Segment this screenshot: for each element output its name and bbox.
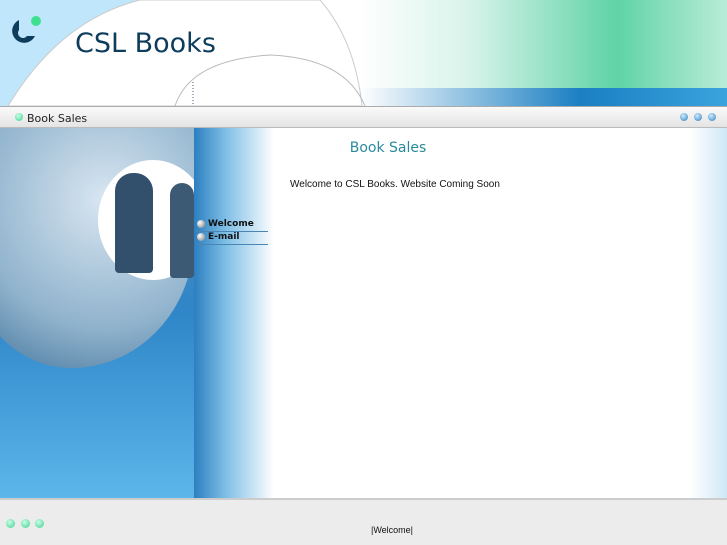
menu-item-label: E-mail	[208, 232, 240, 242]
blue-dot-icon[interactable]	[708, 113, 716, 121]
header-banner: CSL Books	[0, 0, 727, 106]
site-title: CSL Books	[75, 28, 216, 59]
green-dot-icon	[21, 519, 30, 528]
green-dot-icon	[35, 519, 44, 528]
bullet-icon	[197, 220, 205, 228]
footer: |Welcome|	[0, 498, 727, 545]
menu-item-welcome[interactable]: Welcome	[196, 219, 268, 232]
page-title: Book Sales	[349, 140, 427, 156]
green-dot-icon	[6, 519, 15, 528]
footer-link-welcome[interactable]: |Welcome|	[371, 525, 413, 535]
blue-dot-icon[interactable]	[694, 113, 702, 121]
menu-item-email[interactable]: E-mail	[196, 232, 268, 245]
bullet-icon	[197, 233, 205, 241]
menu-item-label: Welcome	[208, 219, 254, 229]
nav-title: Book Sales	[27, 112, 88, 125]
menu-panel	[194, 128, 274, 498]
business-photo	[0, 128, 194, 498]
navbar: Book Sales	[0, 106, 727, 128]
logo-icon	[12, 16, 41, 43]
welcome-text: Welcome to CSL Books. Website Coming Soo…	[290, 179, 500, 190]
green-dot-icon	[15, 113, 23, 121]
blue-dot-icon[interactable]	[680, 113, 688, 121]
